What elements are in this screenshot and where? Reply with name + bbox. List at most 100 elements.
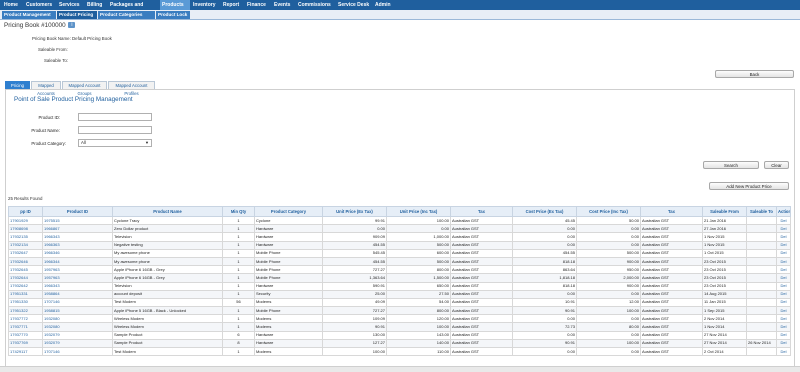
- product-id-link[interactable]: 1966867: [42, 224, 113, 234]
- column-header[interactable]: Product ID: [42, 206, 113, 217]
- column-header[interactable]: Tax: [450, 206, 513, 217]
- table-cell: Apple iPhone 6 16GB - Grey: [112, 273, 223, 283]
- delete-link[interactable]: Del: [776, 224, 791, 234]
- column-header[interactable]: Product Category: [254, 206, 323, 217]
- column-header[interactable]: Saleable To: [746, 206, 777, 217]
- nav-billing[interactable]: Billing: [87, 0, 107, 10]
- delete-link[interactable]: Del: [776, 346, 791, 357]
- pp-id-link[interactable]: 17932644: [8, 273, 43, 283]
- pp-id-link[interactable]: 17908698: [8, 224, 43, 234]
- nav-services[interactable]: Services: [59, 0, 84, 10]
- delete-link[interactable]: Del: [776, 330, 791, 340]
- column-header[interactable]: Min Qty: [222, 206, 255, 217]
- pp-id-link[interactable]: 17951330: [8, 297, 43, 308]
- pp-id-link[interactable]: 17932647: [8, 248, 43, 258]
- delete-link[interactable]: Del: [776, 322, 791, 332]
- delete-link[interactable]: Del: [776, 306, 791, 316]
- product-category-value: All: [81, 140, 86, 145]
- nav-service-desk[interactable]: Service Desk: [338, 0, 370, 10]
- nav-commissions[interactable]: Commissions: [298, 0, 331, 10]
- product-id-link[interactable]: 1932079: [42, 338, 113, 349]
- nav-home[interactable]: Home: [4, 0, 24, 10]
- product-id-link[interactable]: 1966346: [42, 248, 113, 258]
- column-header[interactable]: Cost Price (Inc Tax): [576, 206, 641, 217]
- back-button[interactable]: Back: [715, 70, 794, 78]
- product-id-link[interactable]: 1932079: [42, 330, 113, 340]
- nav-admin[interactable]: Admin: [375, 0, 393, 10]
- pp-id-link[interactable]: 17932642: [8, 281, 43, 291]
- delete-link[interactable]: Del: [776, 338, 791, 349]
- delete-link[interactable]: Del: [776, 314, 791, 324]
- pp-id-link[interactable]: 17932135: [8, 232, 43, 242]
- column-header[interactable]: Unit Price (Ex Tax): [322, 206, 387, 217]
- clear-button[interactable]: Clear: [764, 161, 789, 169]
- pp-id-link[interactable]: 17429117: [8, 346, 43, 357]
- product-category-select[interactable]: All ▼: [78, 139, 152, 147]
- pp-id-link[interactable]: 17901929: [8, 215, 43, 226]
- nav-report[interactable]: Report: [223, 0, 241, 10]
- tab-pricing-points[interactable]: Pricing Points: [5, 81, 30, 96]
- subnav-product-management[interactable]: Product Management: [2, 11, 56, 19]
- product-id-link[interactable]: 1707146: [42, 346, 113, 357]
- nav-finance[interactable]: Finance: [247, 0, 267, 10]
- nav-inventory[interactable]: Inventory: [193, 0, 218, 10]
- pp-id-link[interactable]: 17937771: [8, 322, 43, 332]
- nav-packages-and-plans[interactable]: Packages and Plans: [110, 0, 158, 18]
- table-cell: Australian GST: [450, 322, 513, 332]
- nav-products[interactable]: Products: [160, 0, 190, 10]
- subnav-product-pricing[interactable]: Product Pricing: [57, 11, 97, 19]
- pp-id-link[interactable]: 17937770: [8, 330, 43, 340]
- pp-id-link[interactable]: 17937769: [8, 338, 43, 349]
- pp-id-link[interactable]: 17932645: [8, 265, 43, 275]
- delete-link[interactable]: Del: [776, 240, 791, 250]
- add-new-product-price-button[interactable]: Add New Product Price: [709, 182, 789, 190]
- pp-id-link[interactable]: 17937772: [8, 314, 43, 324]
- pp-id-link[interactable]: 17951331: [8, 289, 43, 299]
- table-row: 17951330 1707146 Test Modem 56 Modems 49.09 54…: [8, 297, 791, 308]
- product-id-link[interactable]: 1975515: [42, 215, 113, 226]
- product-id-link[interactable]: 1932080: [42, 322, 113, 332]
- subnav-product-lock[interactable]: Product Lock: [156, 11, 190, 19]
- product-id-link[interactable]: 1966343: [42, 232, 113, 242]
- product-id-link[interactable]: 1958815: [42, 306, 113, 316]
- column-header[interactable]: Unit Price (Inc Tax): [386, 206, 451, 217]
- pp-id-link[interactable]: 17951322: [8, 306, 43, 316]
- product-id-link[interactable]: 1958864: [42, 289, 113, 299]
- column-header[interactable]: pp ID: [8, 206, 43, 217]
- product-id-link[interactable]: 1966343: [42, 281, 113, 291]
- delete-link[interactable]: Del: [776, 215, 791, 226]
- column-header[interactable]: Action: [776, 206, 791, 217]
- delete-link[interactable]: Del: [776, 248, 791, 258]
- column-header[interactable]: Cost Price (Ex Tax): [512, 206, 577, 217]
- tab-mapped-account-groups[interactable]: Mapped Account Groups: [62, 81, 107, 96]
- table-cell: 127.27: [322, 338, 387, 349]
- delete-link[interactable]: Del: [776, 273, 791, 283]
- tab-mapped-accounts[interactable]: Mapped Accounts: [31, 81, 61, 96]
- column-header[interactable]: Tax: [640, 206, 703, 217]
- product-name-input[interactable]: [78, 126, 152, 134]
- product-id-link[interactable]: 1932080: [42, 314, 113, 324]
- column-header[interactable]: Saleable From: [702, 206, 747, 217]
- tab-mapped-account-profiles[interactable]: Mapped Account Profiles: [108, 81, 155, 96]
- table-cell: 11 Jan 2015: [702, 297, 747, 308]
- product-id-link[interactable]: 1966363: [42, 240, 113, 250]
- nav-customers[interactable]: Customers: [26, 0, 56, 10]
- column-header[interactable]: Product Name: [112, 206, 223, 217]
- pp-id-link[interactable]: 17932134: [8, 240, 43, 250]
- product-id-input[interactable]: [78, 113, 152, 121]
- delete-link[interactable]: Del: [776, 232, 791, 242]
- info-icon[interactable]: i: [68, 22, 76, 29]
- delete-link[interactable]: Del: [776, 265, 791, 275]
- delete-link[interactable]: Del: [776, 281, 791, 291]
- delete-link[interactable]: Del: [776, 289, 791, 299]
- product-id-link[interactable]: 1957963: [42, 265, 113, 275]
- delete-link[interactable]: Del: [776, 256, 791, 267]
- subnav-product-categories[interactable]: Product Categories: [98, 11, 155, 19]
- product-id-link[interactable]: 1966344: [42, 256, 113, 267]
- delete-link[interactable]: Del: [776, 297, 791, 308]
- nav-events[interactable]: Events: [274, 0, 292, 10]
- product-id-link[interactable]: 1957963: [42, 273, 113, 283]
- pp-id-link[interactable]: 17932646: [8, 256, 43, 267]
- search-button[interactable]: Search: [703, 161, 759, 169]
- product-id-link[interactable]: 1707146: [42, 297, 113, 308]
